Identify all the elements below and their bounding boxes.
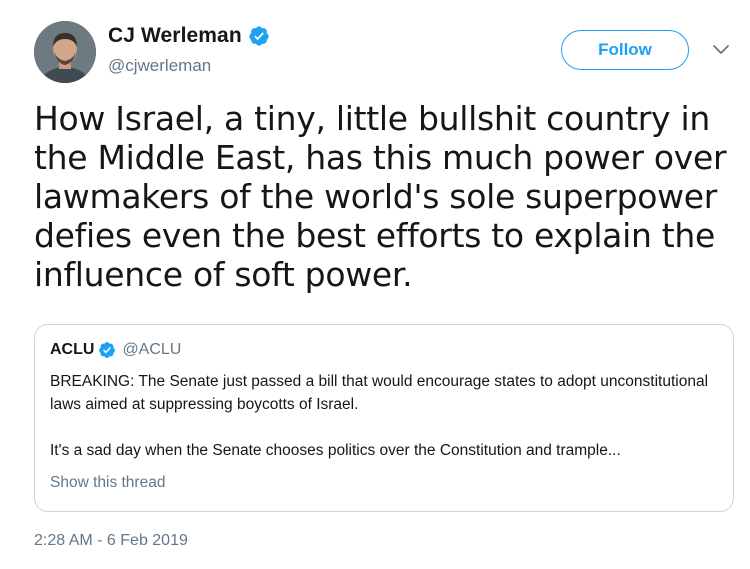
author-handle[interactable]: @cjwerleman xyxy=(108,56,211,76)
tweet-text: How Israel, a tiny, little bullshit coun… xyxy=(34,99,727,294)
author-name-row: CJ Werleman xyxy=(108,24,270,48)
quoted-tweet-text: BREAKING: The Senate just passed a bill … xyxy=(50,373,709,459)
quoted-author-handle: @ACLU xyxy=(122,341,182,358)
tweet-timestamp[interactable]: 2:28 AM - 6 Feb 2019 xyxy=(34,532,188,550)
avatar-image xyxy=(34,21,96,83)
show-thread-link[interactable]: Show this thread xyxy=(50,474,165,492)
quoted-tweet[interactable]: ACLU @ACLU BREAKING: The Senate just pas… xyxy=(34,324,734,512)
avatar[interactable] xyxy=(34,21,96,83)
tweet-card: CJ Werleman @cjwerleman Follow How Israe… xyxy=(0,0,750,569)
follow-button[interactable]: Follow xyxy=(561,30,689,70)
verified-badge-icon xyxy=(249,26,269,46)
quoted-tweet-header: ACLU @ACLU xyxy=(50,341,181,359)
verified-badge-icon xyxy=(99,342,116,358)
quoted-author-name: ACLU xyxy=(50,341,95,358)
chevron-down-icon[interactable] xyxy=(712,44,730,56)
author-name[interactable]: CJ Werleman xyxy=(108,24,242,48)
